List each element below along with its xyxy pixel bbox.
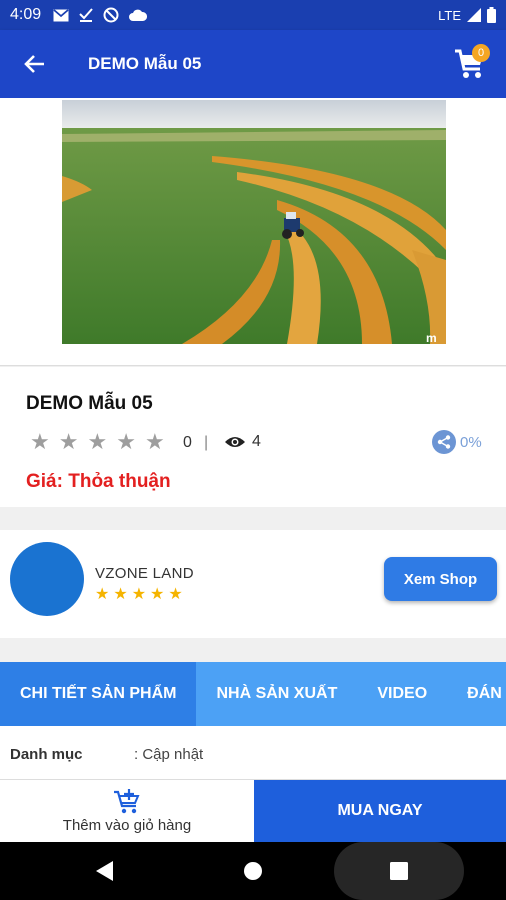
detail-tabs: CHI TIẾT SẢN PHẨM NHÀ SẢN XUẤT VIDEO ĐÁN xyxy=(0,662,506,726)
star-icon: ★ xyxy=(168,586,183,603)
star-icon: ★ xyxy=(113,586,128,603)
star-icon: ★ xyxy=(58,429,79,454)
recents-icon xyxy=(390,862,408,880)
star-icon: ★ xyxy=(95,586,110,603)
views-counter: 4 xyxy=(224,433,261,451)
page-title: DEMO Mẫu 05 xyxy=(88,54,202,73)
product-name: DEMO Mẫu 05 xyxy=(26,393,153,414)
nav-home-button[interactable] xyxy=(228,842,278,900)
eye-icon xyxy=(225,437,245,447)
star-icon: ★ xyxy=(116,429,136,454)
battery-icon xyxy=(487,7,496,23)
gmail-icon xyxy=(53,8,69,21)
back-icon xyxy=(96,861,113,881)
status-bar: 4:09 LTE xyxy=(0,0,506,30)
add-to-cart-button[interactable]: Thêm vào giỏ hàng xyxy=(0,780,254,842)
download-done-icon xyxy=(79,8,93,22)
star-icon: ★ xyxy=(87,429,108,454)
signal-icon xyxy=(467,8,481,22)
share-percent: 0% xyxy=(460,433,482,451)
nav-back-button[interactable] xyxy=(80,842,130,900)
bottom-action-bar: Thêm vào giỏ hàng MUA NGAY xyxy=(0,780,506,842)
product-info: DEMO Mẫu 05 ★ ★ ★ ★ ★ 0 | 4 0% Giá: Thỏa… xyxy=(0,367,506,507)
app-bar: DEMO Mẫu 05 0 xyxy=(0,30,506,98)
view-shop-button[interactable]: Xem Shop xyxy=(384,557,497,601)
system-nav-bar xyxy=(0,842,506,900)
arrow-left-icon xyxy=(24,55,44,73)
divider: | xyxy=(204,434,209,451)
add-cart-icon xyxy=(114,788,140,813)
price-label: Giá: Thỏa thuận xyxy=(26,471,171,492)
tab-manufacturer[interactable]: NHÀ SẢN XUẤT xyxy=(196,662,357,726)
detail-label: Danh mục xyxy=(10,746,83,763)
cart-button[interactable]: 0 xyxy=(450,44,490,84)
rating-value: 0 xyxy=(183,434,192,451)
back-button[interactable] xyxy=(0,30,70,98)
cloud-icon xyxy=(129,9,148,21)
product-photo[interactable]: m xyxy=(62,100,446,344)
star-icon: ★ xyxy=(30,429,50,454)
rating-stars[interactable]: ★ ★ ★ ★ ★ xyxy=(30,431,165,453)
nav-recents-button[interactable] xyxy=(374,842,424,900)
star-icon: ★ xyxy=(150,586,165,603)
tab-product-details[interactable]: CHI TIẾT SẢN PHẨM xyxy=(0,662,197,726)
shop-card: VZONE LAND ★ ★ ★ ★ ★ Xem Shop xyxy=(0,530,506,638)
shop-name: VZONE LAND xyxy=(95,565,194,582)
views-count: 4 xyxy=(252,433,261,450)
shop-avatar[interactable] xyxy=(10,542,84,616)
share-button[interactable]: 0% xyxy=(432,430,482,454)
no-sim-icon xyxy=(103,7,119,23)
star-icon: ★ xyxy=(131,586,147,603)
network-type: LTE xyxy=(438,7,461,23)
detail-value: : Cập nhật xyxy=(134,746,204,763)
detail-row: Danh mục : Cập nhật xyxy=(0,726,506,780)
home-icon xyxy=(244,862,262,880)
cart-count-badge: 0 xyxy=(472,44,490,62)
tab-reviews[interactable]: ĐÁN xyxy=(447,662,506,726)
svg-text:m: m xyxy=(426,331,437,344)
shop-rating-stars: ★ ★ ★ ★ ★ xyxy=(95,587,183,603)
buy-now-button[interactable]: MUA NGAY xyxy=(254,780,506,842)
product-image-area: m xyxy=(0,98,506,366)
star-icon: ★ xyxy=(144,429,165,454)
share-icon xyxy=(432,430,456,454)
add-to-cart-label: Thêm vào giỏ hàng xyxy=(62,816,192,834)
tab-video[interactable]: VIDEO xyxy=(357,662,447,726)
status-time: 4:09 xyxy=(10,6,42,23)
